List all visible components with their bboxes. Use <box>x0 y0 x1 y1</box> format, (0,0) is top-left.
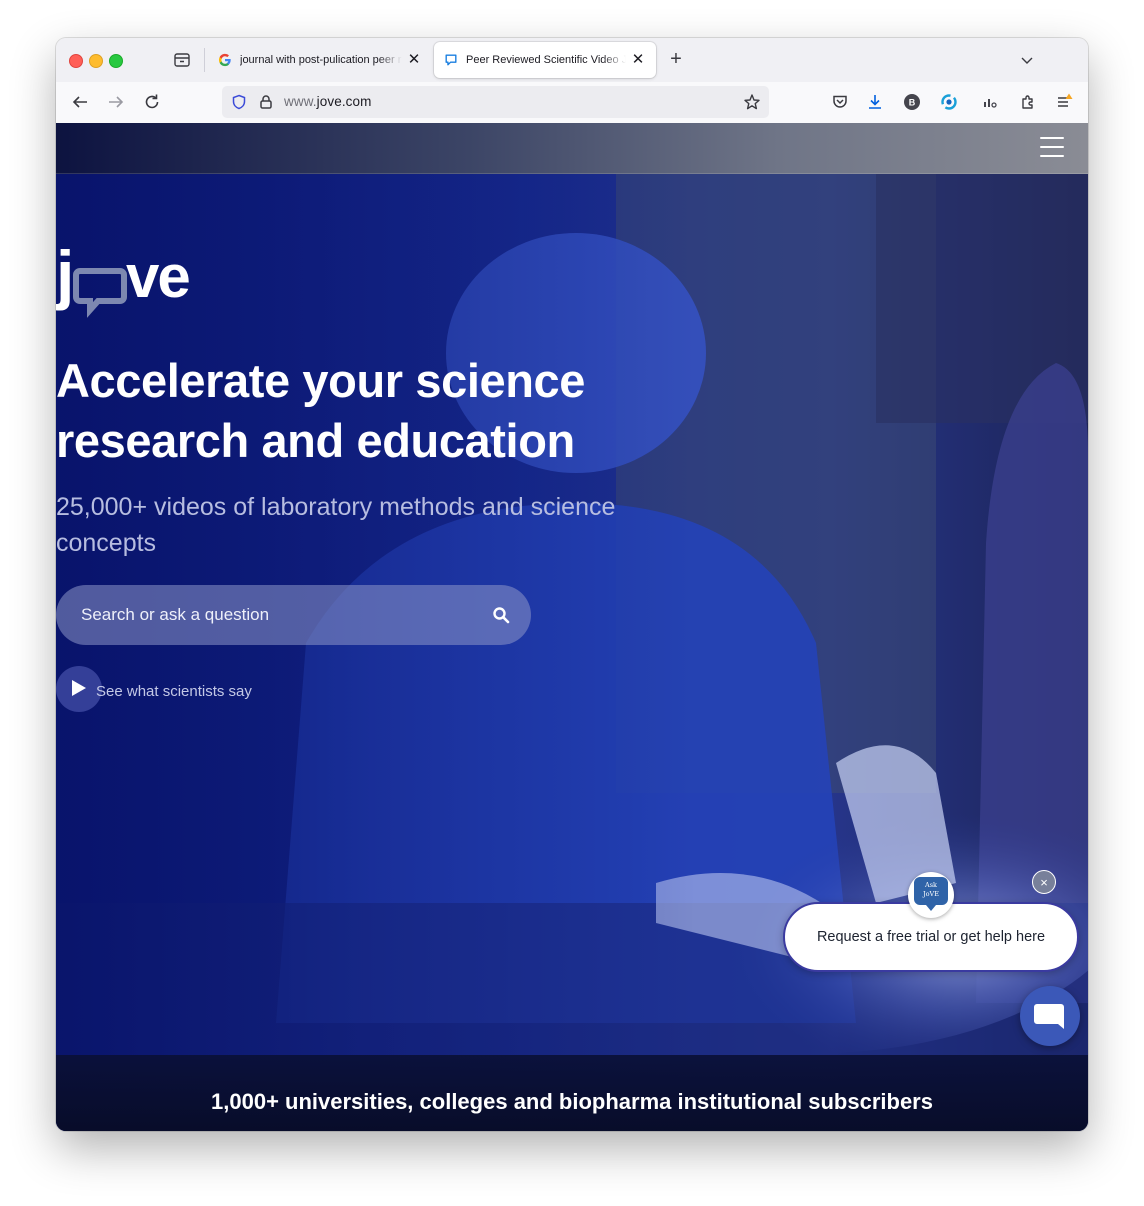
browser-window: journal with post-pulication peer review… <box>56 38 1088 1131</box>
see-what-scientists-say-link[interactable]: See what scientists say <box>96 683 252 700</box>
svg-text:ve: ve <box>126 243 189 310</box>
ask-jove-badge[interactable]: Ask JoVE <box>908 872 954 918</box>
tab-jove[interactable]: Peer Reviewed Scientific Video Journal ✕ <box>434 42 656 78</box>
search-icon[interactable] <box>492 606 510 624</box>
address-bar[interactable]: www.jove.com <box>222 86 769 118</box>
search-bar[interactable] <box>56 585 531 645</box>
lock-icon[interactable] <box>258 94 274 110</box>
url-prefix: www. <box>284 94 317 109</box>
jove-logo[interactable]: j ve <box>56 241 206 321</box>
back-arrow-icon[interactable] <box>70 92 90 112</box>
tab-title: Peer Reviewed Scientific Video Journal <box>466 54 626 66</box>
extensions-puzzle-icon[interactable] <box>1019 93 1037 111</box>
tab-google-search[interactable]: journal with post-pulication peer review… <box>208 42 432 78</box>
tab-strip: journal with post-pulication peer review… <box>56 38 1088 82</box>
chevron-down-icon[interactable] <box>1018 51 1036 69</box>
minimize-window-button[interactable] <box>89 54 103 68</box>
jove-label: JoVE <box>923 890 939 898</box>
tab-separator <box>204 48 205 72</box>
shield-icon[interactable] <box>231 94 247 110</box>
reload-icon[interactable] <box>142 92 162 112</box>
search-input[interactable] <box>81 585 461 645</box>
firefox-view-icon[interactable] <box>173 51 191 69</box>
ask-label: Ask <box>925 881 937 889</box>
app-menu-icon[interactable] <box>1055 93 1073 111</box>
chat-bubble-icon <box>1034 1004 1064 1029</box>
close-tab-icon[interactable]: ✕ <box>630 52 646 68</box>
url-domain: jove.com <box>316 94 372 109</box>
chat-close-icon[interactable]: × <box>1032 870 1056 894</box>
close-tab-icon[interactable]: ✕ <box>406 52 422 68</box>
jove-homepage: j ve Accelerate your science research an… <box>56 123 1088 1131</box>
subscribers-banner-text: 1,000+ universities, colleges and biopha… <box>211 1089 933 1114</box>
forward-arrow-icon[interactable] <box>106 92 126 112</box>
subscribers-banner: 1,000+ universities, colleges and biopha… <box>56 1055 1088 1131</box>
google-icon <box>218 53 231 67</box>
jove-chat-icon <box>445 54 457 66</box>
extension-swirl-icon[interactable] <box>940 93 958 111</box>
svg-text:j: j <box>56 241 72 311</box>
pocket-icon[interactable] <box>831 93 849 111</box>
ask-jove-icon: Ask JoVE <box>914 877 948 911</box>
navigation-toolbar: www.jove.com B <box>56 82 1088 124</box>
bookmark-star-icon[interactable] <box>743 93 761 111</box>
new-tab-icon[interactable]: + <box>666 49 686 70</box>
tab-title: journal with post-pulication peer review <box>240 54 402 66</box>
svg-text:B: B <box>909 98 916 108</box>
chat-launcher-button[interactable] <box>1020 986 1080 1046</box>
downloads-icon[interactable] <box>866 93 884 111</box>
hero-subheadline: 25,000+ videos of laboratory methods and… <box>56 493 616 557</box>
close-window-button[interactable] <box>69 54 83 68</box>
site-header <box>56 123 1088 174</box>
extension-signal-icon[interactable] <box>981 93 999 111</box>
zoom-window-button[interactable] <box>109 54 123 68</box>
extension-b-icon[interactable]: B <box>903 93 921 111</box>
url-text[interactable]: www.jove.com <box>284 94 371 109</box>
hero-headline: Accelerate your science research and edu… <box>56 354 586 467</box>
play-icon <box>72 680 86 696</box>
hamburger-menu-icon[interactable] <box>1040 137 1064 159</box>
